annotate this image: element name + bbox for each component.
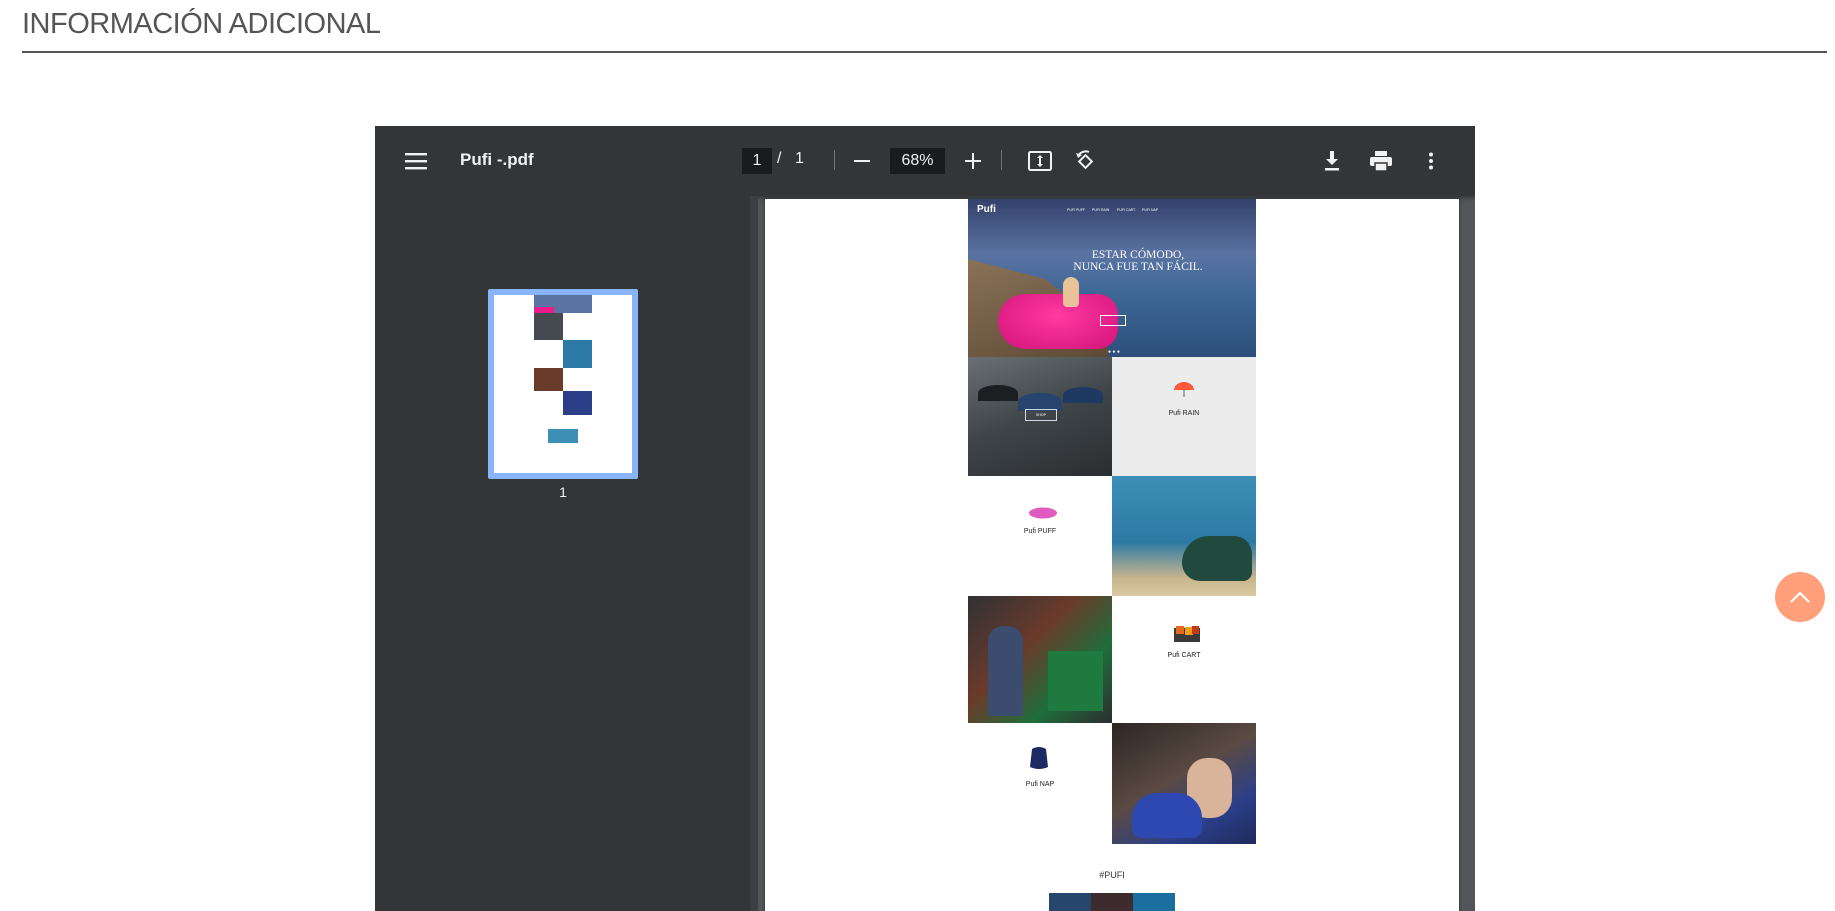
section-divider [22,51,1827,53]
cart-icon [1172,624,1200,642]
page-thumbnail[interactable] [488,289,638,479]
umbrella-shape [1063,387,1103,403]
hero-nav-item: PUFI NAP [1142,208,1159,212]
instagram-tag: #PUFI [1099,870,1125,880]
hero-headline-line: ESTAR CÓMODO, [1091,249,1185,261]
photo-rain: SHOP [968,357,1112,476]
instagram-strip [1049,893,1175,911]
pdf-toolbar: Pufi -.pdf 1 / 1 68% [375,126,1475,196]
zoom-input[interactable]: 68% [890,148,945,174]
hero-nav-item: PUFI PUFF [1067,208,1086,212]
menu-icon[interactable] [398,143,434,179]
thumbnail-preview [494,295,632,473]
document-title: Pufi -.pdf [460,150,534,169]
instagram-photo [1133,893,1175,911]
product-rain: Pufi RAIN [1112,357,1256,476]
thumbnail-label: 1 [559,484,567,500]
page-total: 1 [795,150,804,167]
hero-nav-item: PUFI RAIN [1092,208,1110,212]
toolbar-divider [834,150,835,170]
cart-bag-shape [1048,651,1103,711]
hero-headline-line: NUNCA FUE TAN FÁCIL. [1073,261,1203,273]
umbrella-icon [1172,381,1196,399]
nap-pillow-shape [1132,793,1202,838]
rotate-icon[interactable] [1067,143,1103,179]
page-separator: / [777,150,782,167]
photo-nap [1112,723,1256,844]
product-cart: Pufi CART [1112,596,1256,723]
zoom-out-icon[interactable] [844,143,880,179]
hero-person [1063,277,1079,307]
print-icon[interactable] [1363,143,1399,179]
product-nap: Pufi NAP [968,723,1112,844]
download-icon[interactable] [1314,143,1350,179]
instagram-photo [1049,893,1091,911]
pdf-page: Pufi PUFI PUFF PUFI RAIN PUFI CART PUFI … [765,199,1459,911]
shop-button: SHOP [1025,409,1057,421]
section-title: INFORMACIÓN ADICIONAL [22,8,381,40]
instagram-photo [1091,893,1133,911]
thumbnail-sidebar: 1 [375,196,750,911]
scroll-to-top-button[interactable] [1775,572,1825,622]
product-name: Pufi CART [1167,652,1201,659]
photo-cart [968,596,1112,723]
more-icon[interactable] [1413,143,1449,179]
product-name: Pufi NAP [1025,781,1055,788]
zoom-in-icon[interactable] [955,143,991,179]
toolbar-divider [1001,150,1002,170]
product-puff: Pufi PUFF [968,476,1112,596]
hero-cta [1100,315,1126,326]
chevron-up-icon [1790,591,1810,603]
umbrella-shape [978,385,1018,401]
puff-icon [1028,506,1057,524]
fit-page-icon[interactable] [1022,143,1058,179]
product-name: Pufi RAIN [1168,410,1200,417]
pdf-viewer[interactable]: Pufi -.pdf 1 / 1 68% 1 Pufi PUFI PUFF PU… [375,126,1475,911]
sidebar-resizer[interactable] [750,196,758,911]
puff-shape [1182,536,1252,581]
hero-nav-item: PUFI CART [1117,208,1136,212]
hero-image: Pufi PUFI PUFF PUFI RAIN PUFI CART PUFI … [968,199,1256,357]
photo-puff [1112,476,1256,596]
nap-pillow-icon [1028,747,1052,769]
product-name: Pufi PUFF [1023,528,1057,535]
child-shape [988,626,1023,716]
hero-logo: Pufi [977,204,996,215]
carousel-dots: ● ● ● [1108,349,1120,355]
hero-headline: ESTAR CÓMODO, NUNCA FUE TAN FÁCIL. [1038,249,1238,273]
page-number-input[interactable]: 1 [742,148,772,174]
